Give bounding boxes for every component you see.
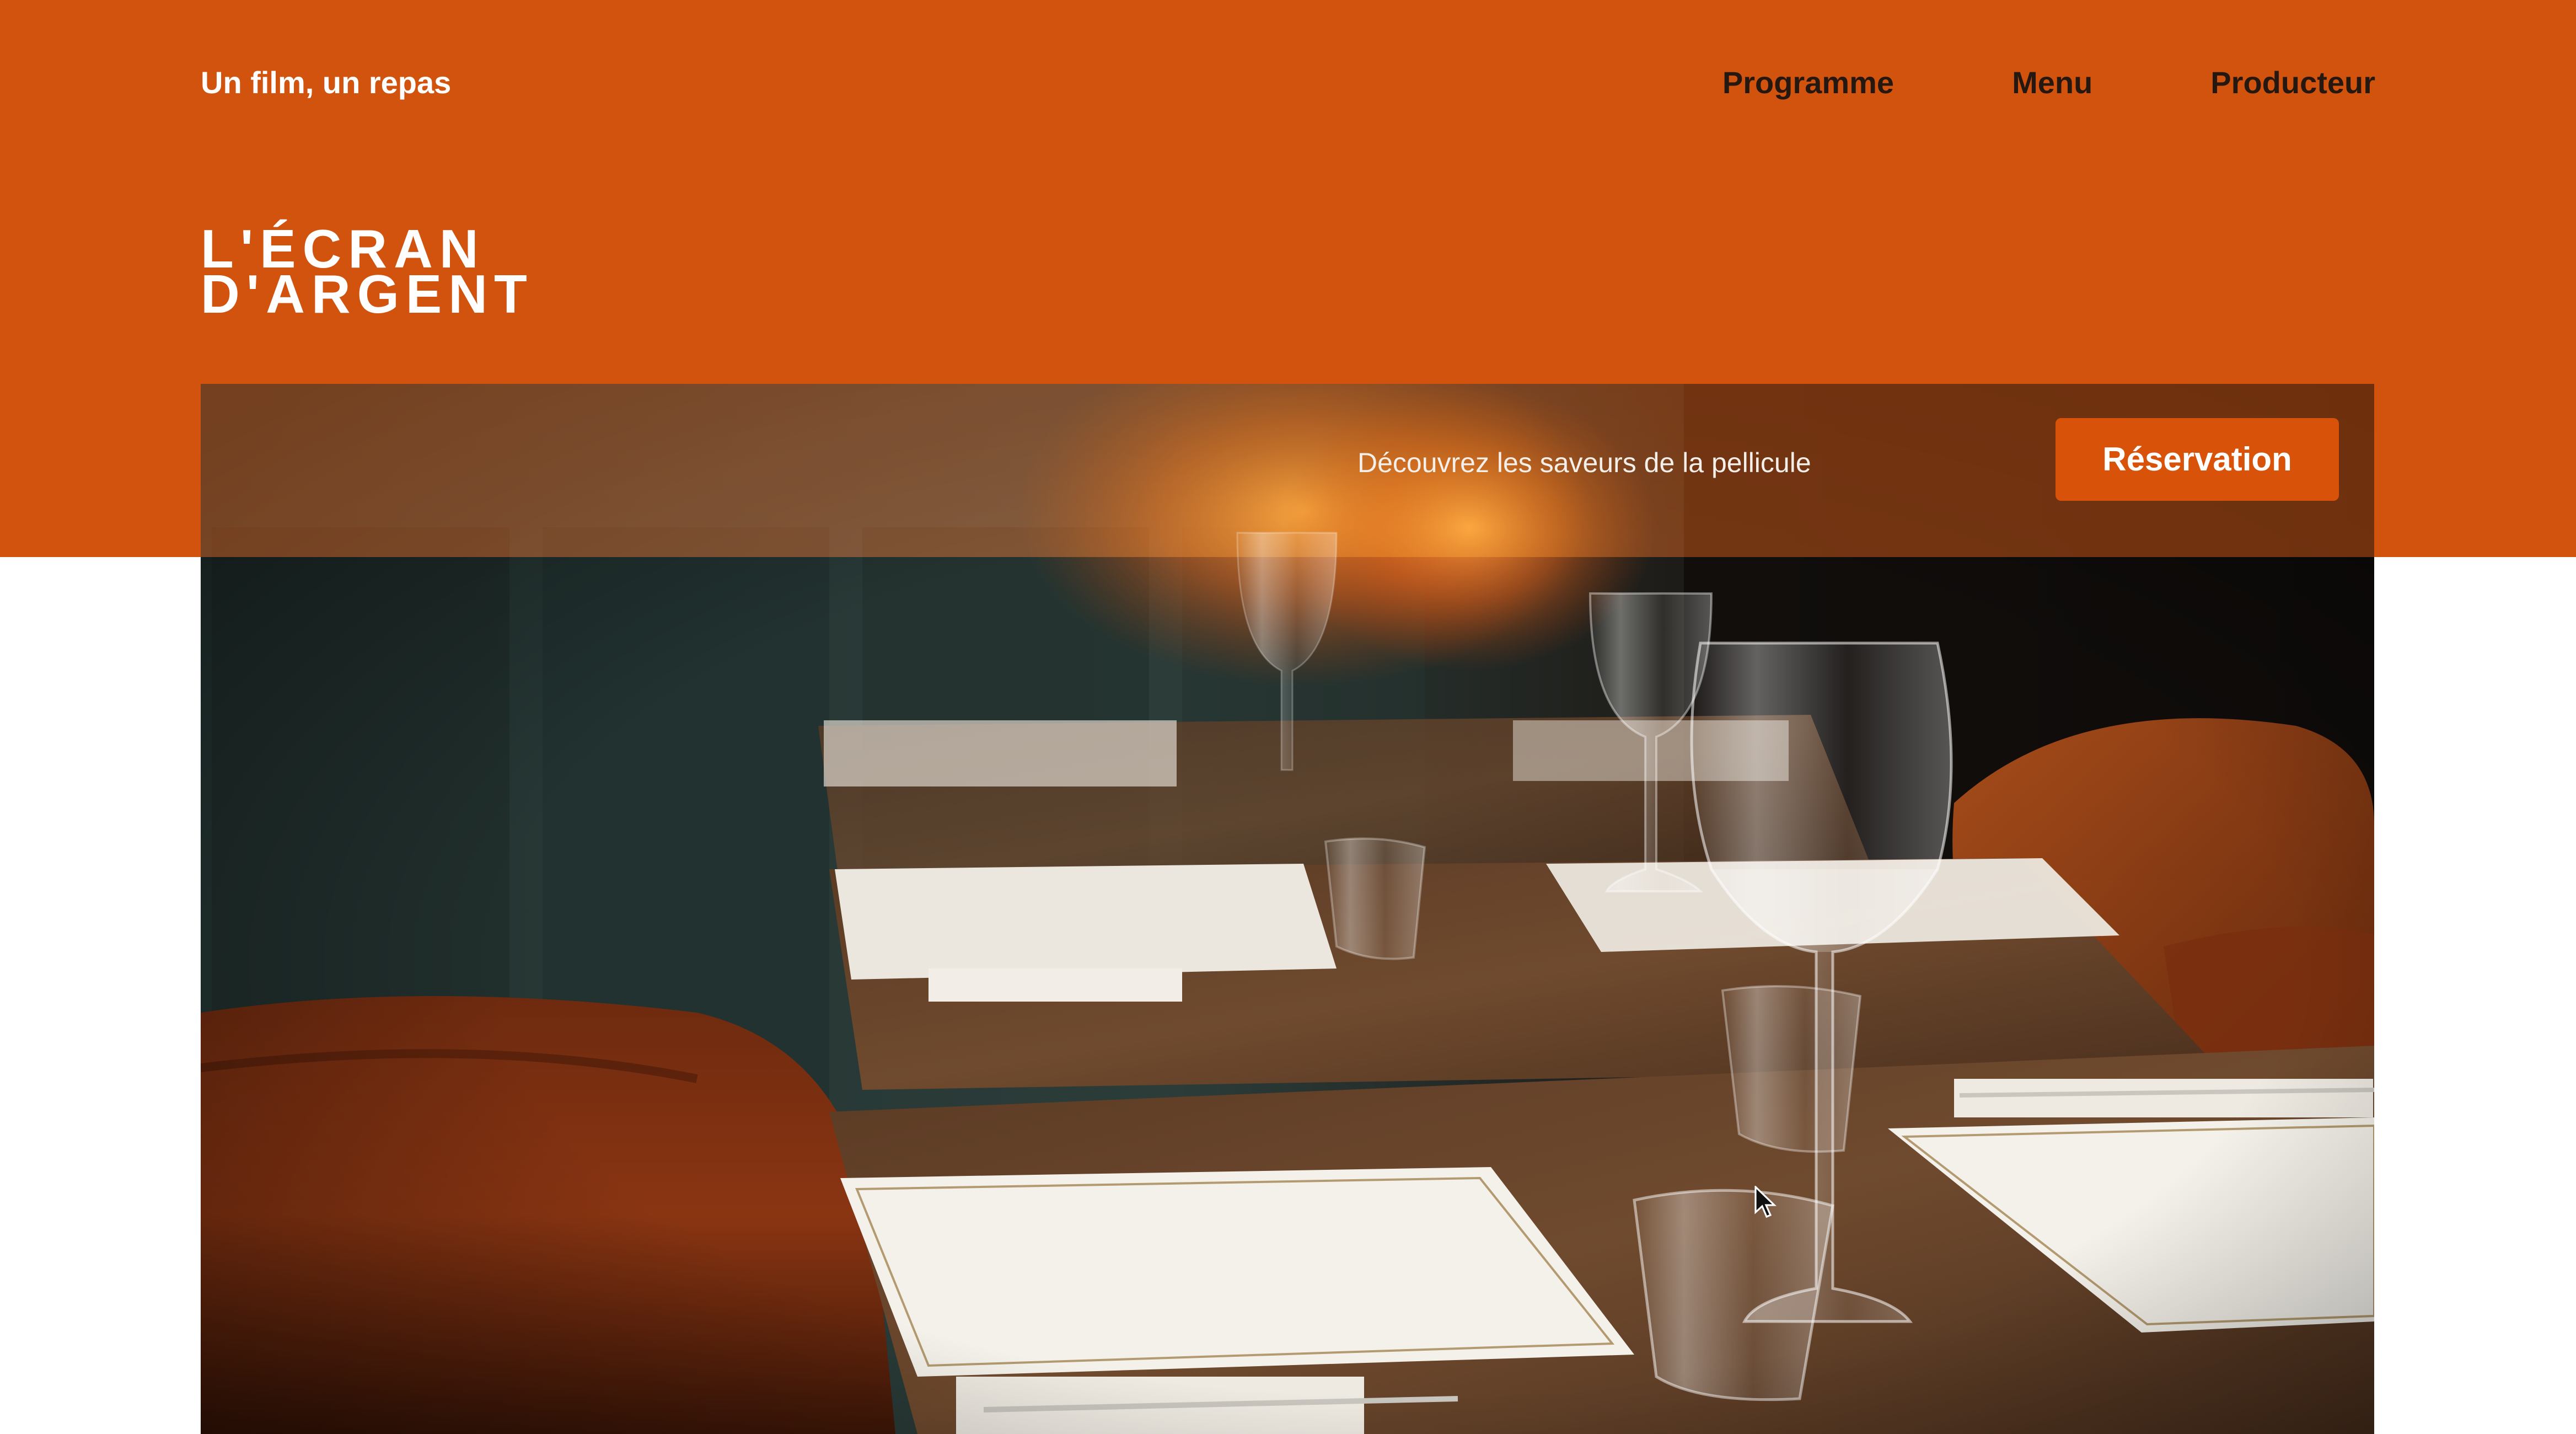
- logo-line-2: D'ARGENT: [201, 264, 534, 324]
- hero-overlay-band: [201, 384, 2374, 557]
- hero-section: Découvrez les saveurs de la pellicule Ré…: [201, 384, 2374, 1434]
- site-logo[interactable]: L'ÉCRAN D'ARGENT: [201, 222, 534, 324]
- mouse-pointer-icon: [1754, 1186, 1777, 1218]
- site-tagline: Un film, un repas: [201, 65, 452, 100]
- nav-item-programme[interactable]: Programme: [1722, 67, 1894, 98]
- hero-tagline: Découvrez les saveurs de la pellicule: [1357, 447, 1811, 478]
- nav-item-menu[interactable]: Menu: [2012, 67, 2092, 98]
- nav-item-producteur[interactable]: Producteur: [2210, 67, 2375, 98]
- main-nav: Programme Menu Producteur: [1722, 67, 2375, 98]
- reservation-button[interactable]: Réservation: [2056, 418, 2339, 501]
